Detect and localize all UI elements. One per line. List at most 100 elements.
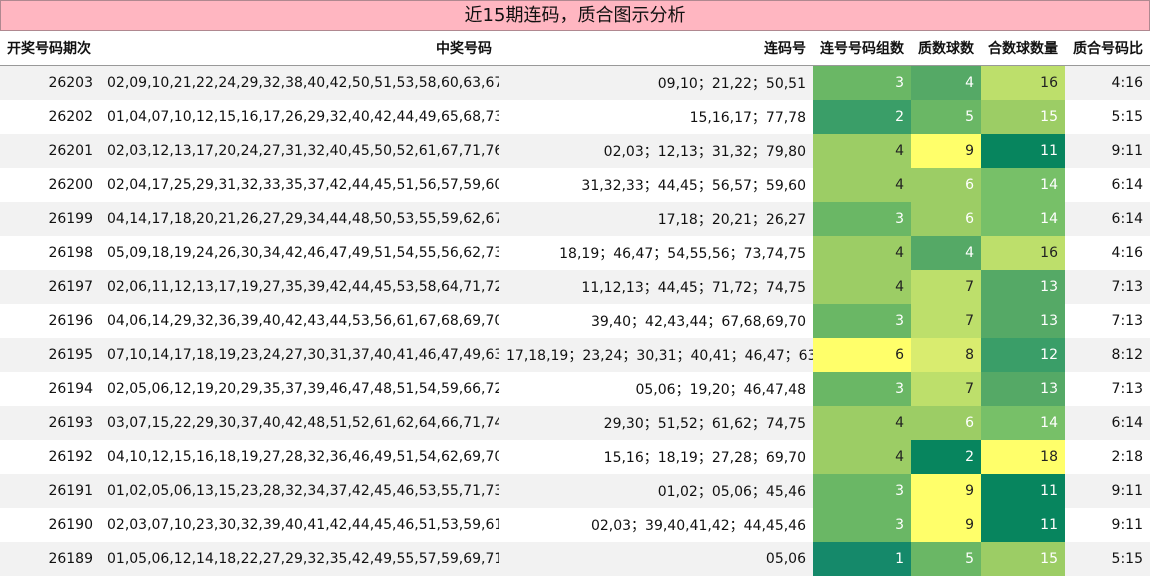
cell-period: 26200 [0, 168, 100, 202]
cell-period: 26191 [0, 474, 100, 508]
cell-composites: 12 [981, 338, 1065, 372]
cell-consec: 39,40；42,43,44；67,68,69,70 [499, 304, 813, 338]
cell-numbers: 01,02,05,06,13,15,23,28,32,34,37,42,45,4… [100, 474, 499, 508]
cell-ratio: 9:11 [1065, 134, 1150, 168]
cell-period: 26202 [0, 100, 100, 134]
table-row: 26196 04,06,14,29,32,36,39,40,42,43,44,53… [0, 304, 1150, 338]
cell-ratio: 2:18 [1065, 440, 1150, 474]
cell-primes: 5 [911, 100, 981, 134]
cell-numbers: 07,10,14,17,18,19,23,24,27,30,31,37,40,4… [100, 338, 499, 372]
cell-numbers: 03,07,15,22,29,30,37,40,42,48,51,52,61,6… [100, 406, 499, 440]
cell-consec: 17,18；20,21；26,27 [499, 202, 813, 236]
cell-groups: 3 [813, 372, 911, 406]
table-row: 26189 01,05,06,12,14,18,22,27,29,32,35,42… [0, 542, 1150, 576]
cell-consec: 02,03；39,40,41,42；44,45,46 [499, 508, 813, 542]
cell-numbers: 05,09,18,19,24,26,30,34,42,46,47,49,51,5… [100, 236, 499, 270]
cell-groups: 4 [813, 236, 911, 270]
header-groups: 连号号码组数 [813, 31, 911, 66]
table-row: 26198 05,09,18,19,24,26,30,34,42,46,47,49… [0, 236, 1150, 270]
cell-primes: 6 [911, 168, 981, 202]
cell-composites: 18 [981, 440, 1065, 474]
cell-consec: 15,16；18,19；27,28；69,70 [499, 440, 813, 474]
cell-groups: 4 [813, 134, 911, 168]
cell-period: 26190 [0, 508, 100, 542]
cell-consec: 09,10；21,22；50,51 [499, 65, 813, 100]
table-row: 26194 02,05,06,12,19,20,29,35,37,39,46,47… [0, 372, 1150, 406]
cell-primes: 4 [911, 236, 981, 270]
cell-primes: 2 [911, 440, 981, 474]
cell-numbers: 04,10,12,15,16,18,19,27,28,32,36,46,49,5… [100, 440, 499, 474]
cell-composites: 11 [981, 474, 1065, 508]
cell-ratio: 7:13 [1065, 270, 1150, 304]
header-ratio: 质合号码比 [1065, 31, 1150, 66]
cell-groups: 4 [813, 406, 911, 440]
cell-composites: 11 [981, 134, 1065, 168]
cell-period: 26201 [0, 134, 100, 168]
cell-period: 26192 [0, 440, 100, 474]
cell-groups: 1 [813, 542, 911, 576]
table-row: 26203 02,09,10,21,22,24,29,32,38,40,42,50… [0, 65, 1150, 100]
cell-consec: 15,16,17；77,78 [499, 100, 813, 134]
cell-consec: 18,19；46,47；54,55,56；73,74,75 [499, 236, 813, 270]
cell-numbers: 04,06,14,29,32,36,39,40,42,43,44,53,56,6… [100, 304, 499, 338]
cell-period: 26193 [0, 406, 100, 440]
cell-ratio: 6:14 [1065, 202, 1150, 236]
cell-numbers: 01,04,07,10,12,15,16,17,26,29,32,40,42,4… [100, 100, 499, 134]
cell-groups: 3 [813, 474, 911, 508]
cell-groups: 4 [813, 440, 911, 474]
cell-consec: 11,12,13；44,45；71,72；74,75 [499, 270, 813, 304]
table-row: 26190 02,03,07,10,23,30,32,39,40,41,42,44… [0, 508, 1150, 542]
cell-composites: 14 [981, 202, 1065, 236]
cell-numbers: 02,09,10,21,22,24,29,32,38,40,42,50,51,5… [100, 65, 499, 100]
cell-period: 26195 [0, 338, 100, 372]
cell-period: 26194 [0, 372, 100, 406]
cell-ratio: 7:13 [1065, 372, 1150, 406]
cell-ratio: 5:15 [1065, 542, 1150, 576]
table-row: 26200 02,04,17,25,29,31,32,33,35,37,42,44… [0, 168, 1150, 202]
cell-composites: 16 [981, 236, 1065, 270]
cell-ratio: 5:15 [1065, 100, 1150, 134]
cell-groups: 4 [813, 270, 911, 304]
cell-primes: 6 [911, 202, 981, 236]
cell-consec: 05,06 [499, 542, 813, 576]
cell-numbers: 02,04,17,25,29,31,32,33,35,37,42,44,45,5… [100, 168, 499, 202]
cell-numbers: 01,05,06,12,14,18,22,27,29,32,35,42,49,5… [100, 542, 499, 576]
cell-consec: 02,03；12,13；31,32；79,80 [499, 134, 813, 168]
cell-groups: 3 [813, 65, 911, 100]
cell-period: 26198 [0, 236, 100, 270]
cell-composites: 13 [981, 270, 1065, 304]
cell-primes: 9 [911, 474, 981, 508]
cell-composites: 13 [981, 372, 1065, 406]
cell-numbers: 04,14,17,18,20,21,26,27,29,34,44,48,50,5… [100, 202, 499, 236]
cell-numbers: 02,06,11,12,13,17,19,27,35,39,42,44,45,5… [100, 270, 499, 304]
cell-ratio: 9:11 [1065, 474, 1150, 508]
cell-groups: 3 [813, 508, 911, 542]
cell-composites: 15 [981, 100, 1065, 134]
cell-composites: 15 [981, 542, 1065, 576]
cell-primes: 8 [911, 338, 981, 372]
cell-period: 26196 [0, 304, 100, 338]
header-row: 开奖号码期次 中奖号码 连码号 连号号码组数 质数球数 合数球数量 质合号码比 [0, 31, 1150, 66]
cell-period: 26199 [0, 202, 100, 236]
cell-primes: 4 [911, 65, 981, 100]
table-row: 26202 01,04,07,10,12,15,16,17,26,29,32,40… [0, 100, 1150, 134]
cell-ratio: 8:12 [1065, 338, 1150, 372]
cell-consec: 17,18,19；23,24；30,31；40,41；46,47；63,64 [499, 338, 813, 372]
cell-ratio: 7:13 [1065, 304, 1150, 338]
header-numbers: 中奖号码 [100, 31, 499, 66]
header-composites: 合数球数量 [981, 31, 1065, 66]
cell-composites: 13 [981, 304, 1065, 338]
cell-primes: 9 [911, 134, 981, 168]
table-row: 26197 02,06,11,12,13,17,19,27,35,39,42,44… [0, 270, 1150, 304]
cell-composites: 14 [981, 406, 1065, 440]
cell-consec: 01,02；05,06；45,46 [499, 474, 813, 508]
cell-period: 26189 [0, 542, 100, 576]
cell-composites: 14 [981, 168, 1065, 202]
analysis-table: 开奖号码期次 中奖号码 连码号 连号号码组数 质数球数 合数球数量 质合号码比 … [0, 31, 1150, 576]
cell-numbers: 02,05,06,12,19,20,29,35,37,39,46,47,48,5… [100, 372, 499, 406]
cell-composites: 11 [981, 508, 1065, 542]
cell-consec: 29,30；51,52；61,62；74,75 [499, 406, 813, 440]
header-consec: 连码号 [499, 31, 813, 66]
cell-ratio: 6:14 [1065, 406, 1150, 440]
cell-numbers: 02,03,12,13,17,20,24,27,31,32,40,45,50,5… [100, 134, 499, 168]
